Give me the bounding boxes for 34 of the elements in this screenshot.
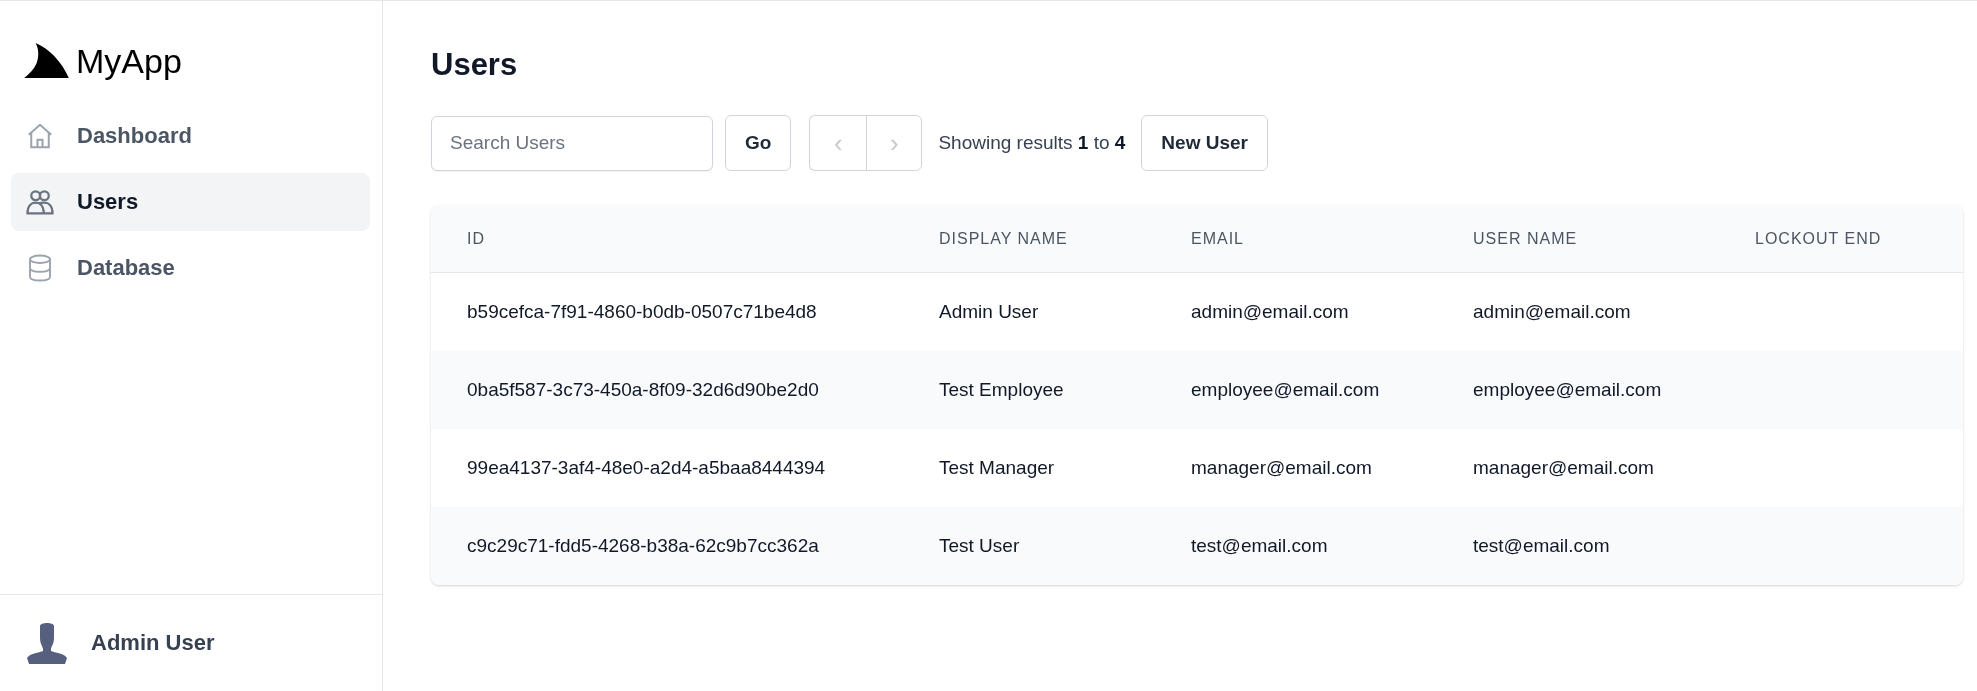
- column-header: LOCKOUT END: [1719, 205, 1963, 273]
- avatar-silhouette-icon: [27, 622, 67, 664]
- table-cell: employee@email.com: [1473, 379, 1662, 400]
- users-icon: [25, 187, 55, 217]
- results-text: Showing results 1 to 4: [938, 132, 1126, 154]
- table-cell: Test Manager: [939, 457, 1055, 478]
- table-cell: test@email.com: [1191, 535, 1328, 556]
- logo-icon: [24, 43, 70, 79]
- user-name[interactable]: Admin User: [91, 630, 215, 656]
- column-header: EMAIL: [1155, 205, 1437, 273]
- table-cell: test@email.com: [1473, 535, 1610, 556]
- table-cell: Test User: [939, 535, 1020, 556]
- table-cell: 0ba5f587-3c73-450a-8f09-32d6d90be2d0: [467, 379, 819, 400]
- table-cell: Test Employee: [939, 379, 1064, 400]
- nav-item[interactable]: Users: [11, 173, 370, 231]
- column-header: ID: [431, 205, 903, 273]
- nav-item[interactable]: Database: [11, 239, 370, 297]
- nav-item[interactable]: Dashboard: [11, 107, 370, 165]
- table-cell: admin@email.com: [1473, 301, 1631, 322]
- new-user-button[interactable]: New User: [1141, 115, 1268, 171]
- table-cell: b59cefca-7f91-4860-b0db-0507c71be4d8: [467, 301, 817, 322]
- go-button[interactable]: Go: [725, 115, 792, 171]
- search-field[interactable]: Search Users: [431, 115, 713, 171]
- table-cell: 99ea4137-3af4-48e0-a2d4-a5baa8444394: [467, 457, 826, 478]
- table-cell: manager@email.com: [1473, 457, 1654, 478]
- table-cell: Admin User: [939, 301, 1039, 322]
- column-header: USER NAME: [1437, 205, 1719, 273]
- table-cell: admin@email.com: [1191, 301, 1349, 322]
- page-title: Users: [431, 47, 519, 83]
- app-name: MyApp: [76, 41, 182, 81]
- table-cell: c9c29c71-fdd5-4268-b38a-62c9b7cc362a: [467, 535, 819, 556]
- table-cell: manager@email.com: [1191, 457, 1372, 478]
- table-cell: employee@email.com: [1191, 379, 1380, 400]
- column-header: DISPLAY NAME: [903, 205, 1155, 273]
